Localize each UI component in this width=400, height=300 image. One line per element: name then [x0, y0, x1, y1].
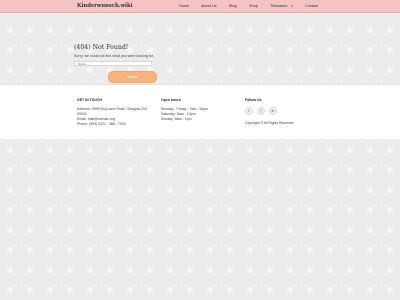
open-hours-column: Open hours Monday - Friday : 7am - 10pm …: [161, 98, 208, 122]
linkedin-icon[interactable]: in: [269, 107, 277, 115]
hours-sunday: Sunday: 8am - 1pm: [161, 117, 192, 121]
nav-contact[interactable]: Contact: [305, 0, 318, 12]
copyright-text: Copyright © All Rights Reserved: [245, 121, 294, 125]
get-in-touch-column: GET IN TOUCH Address: 9995 Wuj Lane Road…: [77, 98, 147, 127]
nav-blog[interactable]: Blog: [229, 0, 237, 12]
search-input[interactable]: [74, 61, 152, 66]
footer: GET IN TOUCH Address: 9995 Wuj Lane Road…: [0, 84, 400, 139]
nav-home[interactable]: Home: [179, 0, 189, 12]
nav-topics-menu[interactable]: Thésaisen ▾: [270, 0, 293, 12]
nav-topics-label: Thésaisen: [270, 4, 288, 8]
nav-about-us[interactable]: About Us: [201, 0, 217, 12]
twitter-icon[interactable]: t: [245, 107, 253, 115]
page-title: (404) Not Found!: [74, 44, 129, 51]
social-links: t f in: [245, 107, 293, 115]
top-navigation-bar: Kinderwunsch.wiki Home About Us Blog Sho…: [0, 0, 400, 13]
phone-line: Phone: (999) 0221 - 486 - 7990: [77, 122, 126, 126]
follow-us-heading: Follow Us: [245, 98, 262, 102]
nav-shop[interactable]: Shop: [249, 0, 258, 12]
open-hours-heading: Open hours: [161, 98, 181, 102]
facebook-icon[interactable]: f: [257, 107, 265, 115]
search-button[interactable]: Suche: [108, 71, 157, 83]
get-in-touch-heading: GET IN TOUCH: [77, 98, 103, 102]
site-brand[interactable]: Kinderwunsch.wiki: [77, 1, 133, 11]
not-found-message: Sorry, we could not find what you were l…: [74, 54, 154, 58]
chevron-down-icon: ▾: [291, 4, 294, 8]
follow-us-column: Follow Us t f in Copyright © All Rights …: [245, 98, 293, 125]
address-line: Address: 9995 Wuj Lane Road, Glasgow 204: [77, 107, 147, 111]
